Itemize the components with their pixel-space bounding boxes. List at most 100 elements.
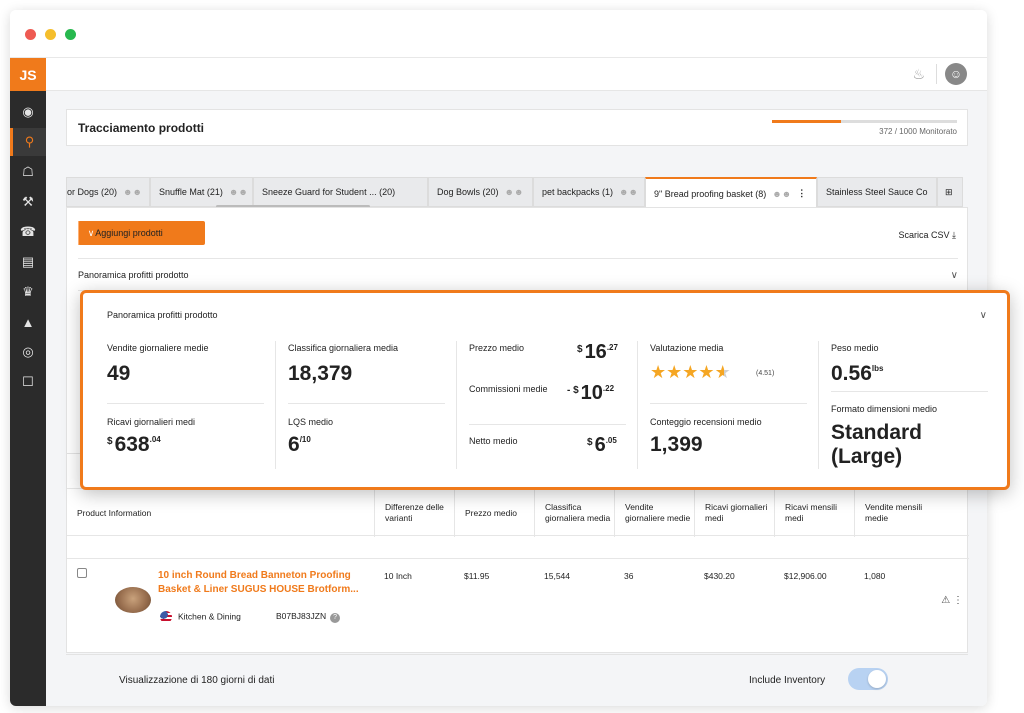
dashboard-icon[interactable]: ◉ — [10, 98, 46, 126]
tab-label: or Dogs (20) — [67, 187, 118, 197]
us-flag-icon — [160, 611, 172, 623]
lqs-number: 6 — [288, 433, 300, 456]
price-integer: 16 — [584, 341, 607, 363]
page-header: Tracciamento prodotti 372 / 1000 Monitor… — [66, 109, 968, 146]
price-decimal: .27 — [606, 343, 618, 352]
close-window-button[interactable] — [25, 29, 36, 40]
header-avg-daily-revenue[interactable]: Ricavi giornalieri medi — [694, 489, 774, 537]
net-integer: 6 — [594, 434, 606, 456]
include-inventory-label: Include Inventory — [749, 675, 826, 686]
minimize-window-button[interactable] — [45, 29, 56, 40]
header-avg-price[interactable]: Prezzo medio — [454, 489, 534, 537]
divider — [288, 403, 445, 404]
cell-daily-revenue: $430.20 — [704, 571, 735, 581]
profit-overview-popup: Panoramica profitti prodotto ∨ Vendite g… — [80, 290, 1010, 490]
megaphone-icon[interactable]: ☎ — [10, 218, 46, 246]
chrome-icon[interactable]: ◎ — [10, 338, 46, 366]
group-icon: ☻☻ — [772, 188, 792, 199]
chevron-down-icon[interactable]: ∨ — [951, 270, 958, 281]
lqs-label: LQS medio — [288, 417, 334, 427]
lqs-max: /10 — [299, 435, 311, 444]
topbar-divider — [936, 64, 937, 84]
divider — [469, 424, 626, 425]
tab-label: pet backpacks (1) — [542, 187, 614, 197]
maximize-window-button[interactable] — [65, 29, 76, 40]
mute-alert-icon[interactable]: ⚠ — [941, 595, 950, 606]
divider — [637, 341, 638, 469]
tab-bread-proofing-basket[interactable]: 9" Bread proofing basket (8) ☻☻ ⋮ — [645, 177, 817, 208]
window-titlebar — [10, 10, 987, 58]
app-logo[interactable]: JS — [10, 58, 46, 91]
header-product-information[interactable]: Product Information — [67, 489, 374, 537]
download-csv-button[interactable]: Scarica CSV ⤓ — [898, 230, 956, 241]
tab-pet-backpacks[interactable]: pet backpacks (1) ☻☻ — [533, 177, 645, 207]
download-icon: ⤓ — [952, 230, 956, 240]
tab-stainless-steel[interactable]: Stainless Steel Sauce Co — [817, 177, 937, 207]
cell-monthly-revenue: $12,906.00 — [784, 571, 827, 581]
divider — [275, 341, 276, 469]
bell-icon[interactable]: ♨ — [912, 66, 925, 83]
product-title-link[interactable]: 10 inch Round Bread Banneton Proofing Ba… — [158, 569, 373, 597]
size-tier-label: Formato dimensioni medio — [831, 404, 938, 414]
data-range-text: Visualizzazione di 180 giorni di dati — [119, 675, 275, 686]
avg-fees-label: Commissioni medie — [469, 384, 548, 394]
header-avg-daily-sales[interactable]: Vendite giornaliere medie — [614, 489, 694, 537]
include-inventory-toggle[interactable] — [848, 668, 888, 690]
header-avg-monthly-sales[interactable]: Vendite mensili medie — [854, 489, 934, 537]
avg-daily-revenue-value: $638.04 — [107, 433, 161, 457]
tab-snuffle-mat[interactable]: Snuffle Mat (21) ☻☻ — [150, 177, 253, 207]
header-avg-monthly-revenue[interactable]: Ricavi mensili medi — [774, 489, 854, 537]
avg-weight-value: 0.56lbs — [831, 362, 883, 386]
bar-chart-icon[interactable]: ▤ — [10, 248, 46, 276]
tracking-progress-bar — [772, 120, 957, 123]
search-icon[interactable]: ⚲ — [10, 128, 46, 156]
add-products-label: Aggiungi prodotti — [95, 228, 163, 238]
group-icon: ☻☻ — [123, 187, 142, 197]
currency-symbol: - $ — [567, 385, 579, 396]
add-products-button[interactable]: Aggiungi prodotti ∨ — [78, 221, 205, 245]
help-icon[interactable]: ? — [330, 613, 341, 623]
currency-symbol: $ — [577, 344, 583, 355]
add-tab-icon[interactable]: ⊞ — [937, 177, 963, 207]
asin-label: B07BJ83JZN — [276, 611, 327, 621]
cart-icon[interactable]: ☐ — [10, 368, 46, 396]
net-decimal: .05 — [605, 436, 617, 445]
size-tier-line1: Standard — [831, 421, 923, 444]
graduation-cap-icon[interactable]: ▲ — [10, 308, 46, 336]
product-category: Kitchen & Dining — [160, 611, 241, 623]
tab-dog-bowls[interactable]: Dog Bowls (20) ☻☻ — [428, 177, 533, 207]
divider — [650, 403, 807, 404]
tab-sneeze-guard[interactable]: Sneeze Guard for Student ... (20) — [253, 177, 428, 207]
avg-weight-label: Peso medio — [831, 343, 879, 353]
tab-dogs[interactable]: or Dogs (20) ☻☻ — [66, 177, 150, 207]
avg-net-label: Netto medio — [469, 436, 518, 446]
tab-menu-icon[interactable]: ⋮ — [797, 188, 806, 199]
avg-daily-sales-label: Vendite giornaliere medie — [107, 343, 209, 353]
revenue-decimal: .04 — [149, 435, 161, 444]
popup-title: Panoramica profitti prodotto — [107, 310, 218, 320]
star-icon: ★ — [666, 362, 683, 382]
star-icon: ★ — [682, 362, 699, 382]
store-icon[interactable]: ☖ — [10, 158, 46, 186]
more-options-icon[interactable]: ⋮ — [953, 595, 963, 606]
header-avg-rank[interactable]: Classifica giornaliera media — [534, 489, 614, 537]
header-variant-differences[interactable]: Differenze delle varianti — [374, 489, 454, 537]
review-count-value: 1,399 — [650, 433, 703, 456]
category-label: Kitchen & Dining — [178, 611, 241, 622]
avatar[interactable]: ☺ — [945, 63, 967, 85]
product-image[interactable] — [115, 587, 151, 613]
divider — [831, 391, 988, 392]
education-icon[interactable]: ♛ — [10, 278, 46, 306]
fees-decimal: .22 — [602, 384, 615, 393]
lqs-value: 6/10 — [288, 433, 311, 457]
avg-net-value: $6.05 — [587, 434, 617, 457]
overview-section[interactable]: Panoramica profitti prodotto ∨ — [78, 258, 958, 291]
tab-label: Dog Bowls (20) — [437, 187, 499, 197]
avg-price-label: Prezzo medio — [469, 343, 525, 353]
row-checkbox[interactable] — [77, 568, 87, 578]
sidebar: JS ◉ ⚲ ☖ ⚒ ☎ ▤ ♛ ▲ ◎ ☐ — [10, 58, 46, 706]
avg-price-value: $16.27 — [577, 341, 618, 364]
tools-icon[interactable]: ⚒ — [10, 188, 46, 216]
chevron-down-icon[interactable]: ∨ — [980, 310, 987, 321]
overview-label: Panoramica profitti prodotto — [78, 269, 189, 280]
